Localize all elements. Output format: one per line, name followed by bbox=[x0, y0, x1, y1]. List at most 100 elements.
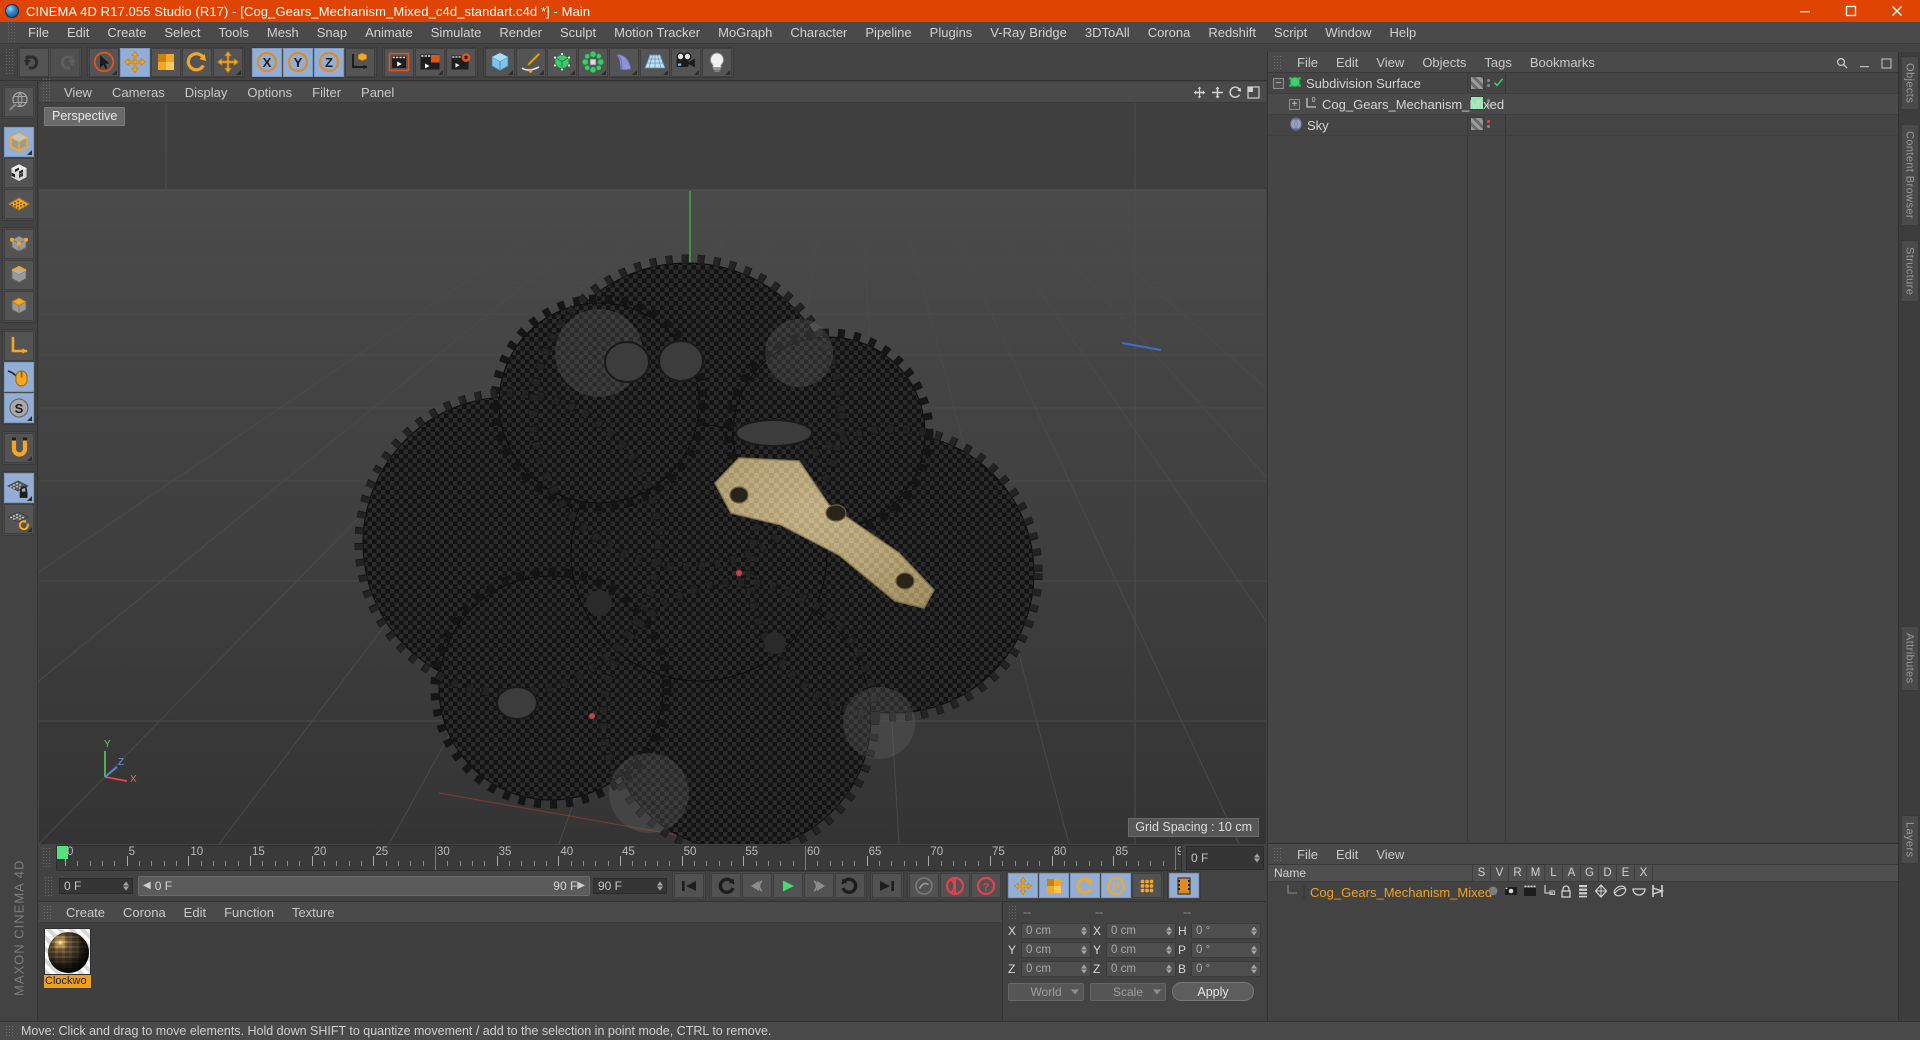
menu-item-edit[interactable]: Edit bbox=[58, 22, 98, 44]
undo-icon[interactable] bbox=[19, 47, 49, 77]
move-tool-icon[interactable] bbox=[120, 47, 150, 77]
menu-item-tools[interactable]: Tools bbox=[210, 22, 258, 44]
dot-icon[interactable] bbox=[1487, 884, 1499, 900]
column-header-d[interactable]: D bbox=[1599, 864, 1617, 882]
coord-field-rot-p[interactable]: 0 ° bbox=[1191, 942, 1261, 958]
key-rotation-icon[interactable] bbox=[1070, 873, 1100, 898]
cube-primitive-icon[interactable] bbox=[485, 47, 515, 77]
record-question-icon[interactable]: ? bbox=[971, 873, 1001, 898]
column-header-v[interactable]: V bbox=[1491, 864, 1509, 882]
object-manager-tree[interactable]: − Subdivision Surface + 0 Cog_Gears_Mech… bbox=[1268, 73, 1898, 842]
minimize-button[interactable] bbox=[1782, 0, 1828, 22]
point-mode-icon[interactable] bbox=[3, 229, 34, 259]
column-header-g[interactable]: G bbox=[1581, 864, 1599, 882]
redo-icon[interactable] bbox=[50, 47, 80, 77]
column-header-s[interactable]: S bbox=[1473, 864, 1491, 882]
edge-tab-layers[interactable]: Layers bbox=[1900, 814, 1919, 865]
om-menu-view[interactable]: View bbox=[1367, 52, 1413, 73]
stepper-icon[interactable] bbox=[1166, 926, 1172, 936]
coord-field-rot-b[interactable]: 0 ° bbox=[1191, 961, 1261, 977]
material-preview-thumbnail[interactable] bbox=[44, 928, 91, 975]
range-left-arrow-icon[interactable]: ◀ bbox=[143, 880, 151, 891]
menu-item-create[interactable]: Create bbox=[98, 22, 155, 44]
stepper-icon[interactable] bbox=[1251, 926, 1257, 936]
spline-pen-icon[interactable] bbox=[516, 47, 546, 77]
polygon-mode-icon[interactable] bbox=[3, 291, 34, 321]
coord-field-pos-y[interactable]: 0 cm bbox=[1021, 942, 1091, 958]
step-forward-icon[interactable] bbox=[804, 873, 834, 898]
material-menu-edit[interactable]: Edit bbox=[175, 902, 215, 923]
menu-item-motion-tracker[interactable]: Motion Tracker bbox=[605, 22, 709, 44]
edge-tab-objects[interactable]: Objects bbox=[1900, 56, 1919, 111]
edge-mode-icon[interactable] bbox=[3, 260, 34, 290]
menu-item-help[interactable]: Help bbox=[1381, 22, 1426, 44]
step-back-icon[interactable] bbox=[742, 873, 772, 898]
menu-item-redshift[interactable]: Redshift bbox=[1199, 22, 1265, 44]
zoom-view-icon[interactable] bbox=[1211, 86, 1224, 102]
maximize-button[interactable] bbox=[1828, 0, 1874, 22]
stepper-icon[interactable] bbox=[657, 881, 663, 890]
stepper-icon[interactable] bbox=[1251, 945, 1257, 955]
viewport-menu-filter[interactable]: Filter bbox=[302, 82, 351, 103]
menu-item-3dtoall[interactable]: 3DToAll bbox=[1076, 22, 1139, 44]
om-menu-file[interactable]: File bbox=[1288, 52, 1327, 73]
coord-field-size-x[interactable]: 0 cm bbox=[1106, 923, 1176, 939]
generator-icon[interactable] bbox=[1594, 883, 1608, 901]
record-active-objects-icon[interactable] bbox=[940, 873, 970, 898]
texture-mode-icon[interactable] bbox=[3, 158, 34, 188]
undo-view-icon[interactable] bbox=[3, 87, 34, 117]
menu-item-vray-bridge[interactable]: V-Ray Bridge bbox=[981, 22, 1076, 44]
render-settings-icon[interactable] bbox=[446, 47, 476, 77]
go-to-start-icon[interactable] bbox=[674, 873, 704, 898]
x-axis-icon[interactable]: X bbox=[252, 47, 282, 77]
stepper-icon[interactable] bbox=[1081, 964, 1087, 974]
viewport-menu-options[interactable]: Options bbox=[237, 82, 302, 103]
material-item[interactable]: Clockwo bbox=[44, 928, 91, 988]
coord-field-pos-z[interactable]: 0 cm bbox=[1021, 961, 1091, 977]
scale-tool-icon[interactable] bbox=[151, 47, 181, 77]
column-header-e[interactable]: E bbox=[1617, 864, 1635, 882]
viewport-canvas[interactable]: Perspective Y Z X Grid Spacing: 10 cm bbox=[39, 103, 1266, 844]
previous-key-icon[interactable] bbox=[711, 873, 741, 898]
coordinate-system-dropdown[interactable]: World bbox=[1008, 982, 1084, 1001]
edge-tab-structure[interactable]: Structure bbox=[1900, 240, 1919, 303]
menu-item-mesh[interactable]: Mesh bbox=[258, 22, 308, 44]
menu-item-script[interactable]: Script bbox=[1265, 22, 1316, 44]
menu-item-simulate[interactable]: Simulate bbox=[422, 22, 491, 44]
stepper-icon[interactable] bbox=[1166, 964, 1172, 974]
visible-editor-icon[interactable] bbox=[1504, 884, 1518, 900]
range-right-arrow-icon[interactable]: ▶ bbox=[577, 880, 585, 891]
workplane-align-icon[interactable] bbox=[3, 504, 34, 534]
material-menu-corona[interactable]: Corona bbox=[114, 902, 175, 923]
column-header-l[interactable]: L bbox=[1545, 864, 1563, 882]
am-menu-file[interactable]: File bbox=[1288, 844, 1327, 865]
light-icon[interactable] bbox=[702, 47, 732, 77]
live-selection-icon[interactable] bbox=[89, 47, 119, 77]
motion-icon[interactable] bbox=[1651, 884, 1665, 901]
end-frame-field[interactable]: 90 F bbox=[593, 877, 667, 894]
axis-mode-icon[interactable] bbox=[3, 331, 34, 361]
object-row-sky[interactable]: Sky bbox=[1268, 115, 1898, 136]
next-key-icon[interactable] bbox=[835, 873, 865, 898]
viewport-solo-mouse-icon[interactable] bbox=[3, 362, 34, 392]
om-menu-edit[interactable]: Edit bbox=[1327, 52, 1367, 73]
hierarchy-icon[interactable] bbox=[1542, 884, 1556, 900]
viewport-menu-panel[interactable]: Panel bbox=[351, 82, 404, 103]
viewport-menu-cameras[interactable]: Cameras bbox=[102, 82, 175, 103]
menu-item-select[interactable]: Select bbox=[155, 22, 209, 44]
material-menu-texture[interactable]: Texture bbox=[283, 902, 344, 923]
stepper-icon[interactable] bbox=[1254, 853, 1260, 863]
checker-tag-icon[interactable] bbox=[1470, 117, 1484, 131]
rotate-tool-icon[interactable] bbox=[182, 47, 212, 77]
visibility-dots-icon[interactable] bbox=[1487, 79, 1490, 87]
coord-field-size-y[interactable]: 0 cm bbox=[1106, 942, 1176, 958]
column-header-r[interactable]: R bbox=[1509, 864, 1527, 882]
timeline-ruler[interactable]: 0 5 10 15 20 25 30 35 40 45 50 55 60 65 70 75 80 85 90 bbox=[56, 845, 1182, 871]
edge-tab-attributes[interactable]: Attributes bbox=[1900, 626, 1919, 691]
key-parameter-icon[interactable]: P bbox=[1101, 873, 1131, 898]
scene-floor-icon[interactable] bbox=[640, 47, 670, 77]
timeline-end-frame-field[interactable]: 0 F bbox=[1186, 846, 1264, 870]
viewport-menu-display[interactable]: Display bbox=[175, 82, 238, 103]
om-menu-tags[interactable]: Tags bbox=[1475, 52, 1520, 73]
object-row-cog-gears[interactable]: + 0 Cog_Gears_Mechanism_Mixed bbox=[1268, 94, 1898, 115]
